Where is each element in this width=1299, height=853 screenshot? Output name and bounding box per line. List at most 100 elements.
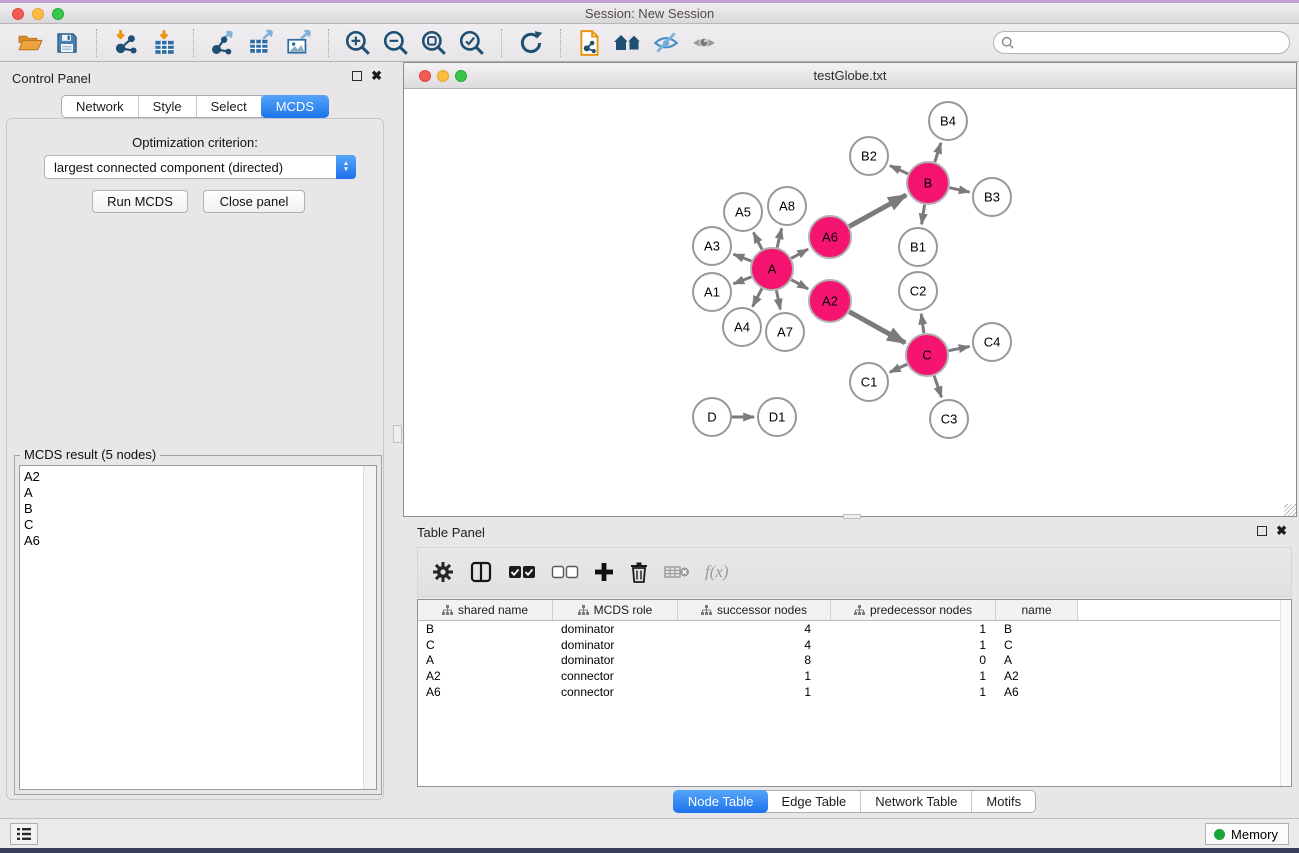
network-graph[interactable]: AA1A2A3A4A5A6A7A8BB1B2B3B4CC1C2C3C4DD1	[404, 89, 1296, 516]
tab-node-table[interactable]: Node Table	[673, 790, 769, 813]
mcds-result-item[interactable]: C	[24, 517, 376, 533]
graph-node-A8[interactable]: A8	[768, 187, 806, 225]
graph-edge-A6-B[interactable]	[849, 195, 906, 226]
close-panel-icon[interactable]: ✖	[1276, 526, 1287, 536]
cell-predecessor-nodes[interactable]: 0	[831, 653, 996, 667]
mcds-result-item[interactable]: A6	[24, 533, 376, 549]
cell-successor-nodes[interactable]: 1	[678, 685, 831, 699]
column-header-mcds-role[interactable]: MCDS role	[553, 600, 678, 620]
table-row[interactable]: Cdominator41C	[418, 637, 1291, 653]
delete-column-button[interactable]	[629, 555, 649, 589]
cell-successor-nodes[interactable]: 1	[678, 669, 831, 683]
graph-node-B2[interactable]: B2	[850, 137, 888, 175]
graph-node-C2[interactable]: C2	[899, 272, 937, 310]
graph-node-D1[interactable]: D1	[758, 398, 796, 436]
cell-predecessor-nodes[interactable]: 1	[831, 669, 996, 683]
network-canvas[interactable]: AA1A2A3A4A5A6A7A8BB1B2B3B4CC1C2C3C4DD1	[404, 89, 1296, 516]
graph-edge-C-C4[interactable]	[949, 347, 970, 351]
column-header-predecessor-nodes[interactable]: predecessor nodes	[831, 600, 996, 620]
refresh-layout-button[interactable]	[516, 28, 546, 58]
criterion-dropdown[interactable]: largest connected component (directed) ▲…	[44, 155, 356, 179]
select-all-button[interactable]	[508, 555, 536, 589]
graph-node-C[interactable]: C	[906, 334, 948, 376]
graph-node-D[interactable]: D	[693, 398, 731, 436]
column-header-successor-nodes[interactable]: successor nodes	[678, 600, 831, 620]
show-details-button[interactable]	[689, 28, 719, 58]
export-table-button[interactable]	[246, 28, 276, 58]
cell-shared-name[interactable]: C	[418, 638, 553, 652]
tab-mcds[interactable]: MCDS	[261, 95, 329, 118]
zoom-fit-button[interactable]	[419, 28, 449, 58]
cell-predecessor-nodes[interactable]: 1	[831, 685, 996, 699]
export-image-button[interactable]	[284, 28, 314, 58]
mcds-result-list[interactable]: A2ABCA6	[19, 465, 377, 790]
memory-button[interactable]: Memory	[1205, 823, 1289, 845]
cell-mcds-role[interactable]: connector	[553, 685, 678, 699]
table-row[interactable]: A2connector11A2	[418, 668, 1291, 684]
search-field[interactable]	[993, 31, 1290, 54]
split-divider-grip[interactable]	[393, 425, 402, 443]
tab-network-table[interactable]: Network Table	[861, 791, 972, 812]
tab-network[interactable]: Network	[62, 96, 139, 117]
cell-name[interactable]: A2	[996, 669, 1078, 683]
open-session-button[interactable]	[14, 28, 44, 58]
float-panel-icon[interactable]	[1257, 526, 1267, 536]
graph-node-A2[interactable]: A2	[809, 280, 851, 322]
run-mcds-button[interactable]: Run MCDS	[92, 190, 188, 213]
table-scrollbar[interactable]	[1280, 600, 1291, 786]
cell-mcds-role[interactable]: dominator	[553, 622, 678, 636]
cell-successor-nodes[interactable]: 8	[678, 653, 831, 667]
mcds-result-item[interactable]: A2	[24, 469, 376, 485]
graph-node-C1[interactable]: C1	[850, 363, 888, 401]
graph-edge-A-A7[interactable]	[776, 291, 780, 310]
add-column-button[interactable]	[594, 555, 614, 589]
window-resize-grip[interactable]	[1284, 504, 1296, 516]
graph-node-A3[interactable]: A3	[693, 227, 731, 265]
graph-edge-C-C2[interactable]	[921, 314, 924, 333]
cell-name[interactable]: C	[996, 638, 1078, 652]
graph-edge-C-C1[interactable]	[890, 364, 907, 372]
mcds-result-item[interactable]: A	[24, 485, 376, 501]
float-panel-icon[interactable]	[352, 71, 362, 81]
cell-successor-nodes[interactable]: 4	[678, 638, 831, 652]
zoom-out-button[interactable]	[381, 28, 411, 58]
result-scrollbar[interactable]	[363, 466, 376, 789]
cell-name[interactable]: A	[996, 653, 1078, 667]
graph-edge-B-B3[interactable]	[949, 188, 969, 192]
graph-edge-A-A8[interactable]	[777, 228, 782, 247]
graph-edge-A-A1[interactable]	[733, 277, 751, 284]
show-column-button[interactable]	[469, 555, 493, 589]
cell-name[interactable]: B	[996, 622, 1078, 636]
graph-node-A5[interactable]: A5	[724, 193, 762, 231]
graph-node-C3[interactable]: C3	[930, 400, 968, 438]
delete-table-button[interactable]	[664, 555, 690, 589]
graph-edge-A-A4[interactable]	[753, 289, 762, 307]
cell-predecessor-nodes[interactable]: 1	[831, 638, 996, 652]
tab-motifs[interactable]: Motifs	[972, 791, 1035, 812]
cell-successor-nodes[interactable]: 4	[678, 622, 831, 636]
cell-mcds-role[interactable]: connector	[553, 669, 678, 683]
table-settings-button[interactable]	[432, 555, 454, 589]
cell-shared-name[interactable]: A2	[418, 669, 553, 683]
graph-node-A6[interactable]: A6	[809, 216, 851, 258]
table-row[interactable]: Bdominator41B	[418, 621, 1291, 637]
export-network-button[interactable]	[208, 28, 238, 58]
import-network-button[interactable]	[111, 28, 141, 58]
cell-shared-name[interactable]: B	[418, 622, 553, 636]
graph-node-B4[interactable]: B4	[929, 102, 967, 140]
cell-name[interactable]: A6	[996, 685, 1078, 699]
graph-edge-B-B2[interactable]	[890, 166, 908, 174]
graph-edge-C-C3[interactable]	[934, 376, 941, 397]
search-input[interactable]	[1020, 36, 1289, 50]
close-panel-icon[interactable]: ✖	[371, 71, 382, 81]
graph-node-A7[interactable]: A7	[766, 313, 804, 351]
home-layouts-button[interactable]	[613, 28, 643, 58]
zoom-selected-button[interactable]	[457, 28, 487, 58]
graph-edge-A2-C[interactable]	[849, 312, 905, 343]
table-row[interactable]: Adominator80A	[418, 653, 1291, 669]
close-panel-button[interactable]: Close panel	[203, 190, 305, 213]
table-row[interactable]: A6connector11A6	[418, 684, 1291, 700]
deselect-all-button[interactable]	[551, 555, 579, 589]
tab-edge-table[interactable]: Edge Table	[767, 791, 861, 812]
graph-edge-B-B4[interactable]	[935, 143, 941, 162]
